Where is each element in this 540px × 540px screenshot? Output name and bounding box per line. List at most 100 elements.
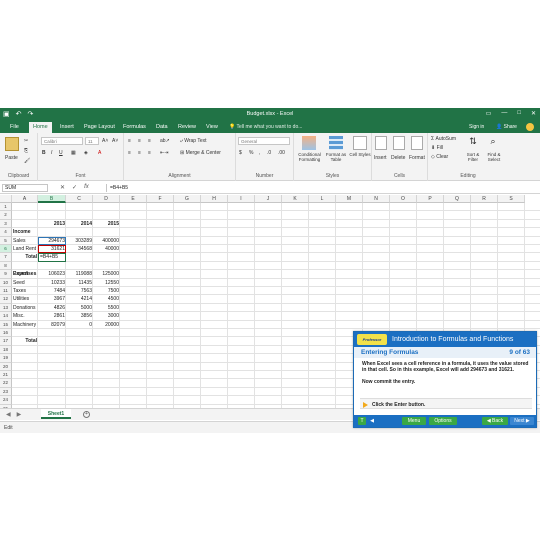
cell-c4[interactable]: 303289 — [66, 237, 93, 245]
sign-in-link[interactable]: Sign in — [469, 124, 484, 130]
percent-button[interactable]: % — [249, 150, 253, 156]
maximize-button[interactable]: □ — [517, 110, 521, 117]
cell-d15[interactable]: 20000 — [93, 321, 120, 329]
next-sheet-icon[interactable]: ▶ — [17, 411, 22, 418]
row-header-3[interactable]: 3 — [0, 219, 12, 229]
column-header-p[interactable]: P — [417, 195, 444, 203]
cell-b15[interactable]: 82079 — [38, 321, 66, 329]
paste-button[interactable]: Paste — [5, 155, 18, 161]
info-button[interactable]: T — [358, 417, 366, 425]
cell-d4[interactable]: 400000 — [93, 237, 120, 245]
row-header-6[interactable]: 6 — [0, 245, 12, 254]
sort-filter-button[interactable]: Sort & Filter — [464, 152, 482, 162]
row-header-14[interactable]: 14 — [0, 312, 12, 321]
cell-a16[interactable]: Total — [12, 337, 38, 345]
tab-data[interactable]: Data — [152, 123, 172, 131]
row-header-4[interactable]: 4 — [0, 228, 12, 237]
align-center-icon[interactable]: ≡ — [138, 150, 141, 156]
cell-a11[interactable]: Taxes — [12, 287, 38, 295]
row-header-11[interactable]: 11 — [0, 287, 12, 296]
font-size-select[interactable]: 11 — [85, 137, 99, 145]
column-header-q[interactable]: Q — [444, 195, 471, 203]
feedback-smiley-icon[interactable] — [526, 123, 534, 131]
delete-button[interactable]: Delete — [391, 155, 405, 161]
column-header-g[interactable]: G — [174, 195, 201, 203]
next-button[interactable]: Next ▶ — [510, 417, 534, 425]
column-header-k[interactable]: K — [282, 195, 309, 203]
cell-c9[interactable]: 119088 — [66, 270, 93, 278]
insert-function-button[interactable]: fx — [84, 184, 89, 191]
cell-styles-icon[interactable] — [353, 136, 367, 150]
column-header-r[interactable]: R — [471, 195, 498, 203]
column-header-n[interactable]: N — [363, 195, 390, 203]
fill-button[interactable]: ⬇ Fill — [431, 145, 443, 151]
row-header-18[interactable]: 18 — [0, 345, 12, 355]
enter-button[interactable]: ✓ — [72, 184, 77, 191]
comma-style-icon[interactable]: , — [259, 150, 260, 156]
cell-a14[interactable]: Misc. — [12, 312, 38, 320]
align-right-icon[interactable]: ≡ — [148, 150, 151, 156]
share-button[interactable]: 👤 Share — [496, 124, 517, 130]
column-header-s[interactable]: S — [498, 195, 525, 203]
fill-color-icon[interactable]: ◈ — [84, 150, 88, 156]
cell-d10[interactable]: 12550 — [93, 279, 120, 287]
find-select-icon[interactable]: ⌕ — [488, 136, 498, 150]
column-header-a[interactable]: A — [12, 195, 38, 203]
tab-formulas[interactable]: Formulas — [119, 123, 150, 131]
select-all-corner[interactable] — [0, 195, 12, 203]
back-button[interactable]: ◀ Back — [482, 417, 508, 425]
row-header-5[interactable]: 5 — [0, 236, 12, 245]
tab-review[interactable]: Review — [174, 123, 200, 131]
row-header-2[interactable]: 2 — [0, 211, 12, 220]
font-color-icon[interactable]: A — [98, 150, 101, 156]
cell-d12[interactable]: 4500 — [93, 295, 120, 303]
column-header-c[interactable]: C — [66, 195, 93, 203]
insert-cells-icon[interactable] — [375, 136, 387, 150]
row-header-20[interactable]: 20 — [0, 362, 12, 371]
column-header-h[interactable]: H — [201, 195, 228, 203]
paste-icon[interactable] — [5, 137, 19, 151]
delete-cells-icon[interactable] — [393, 136, 405, 150]
cell-d13[interactable]: 5500 — [93, 304, 120, 312]
align-bottom-icon[interactable]: ≡ — [148, 138, 151, 144]
column-header-m[interactable]: M — [336, 195, 363, 203]
conditional-formatting-icon[interactable] — [302, 136, 316, 150]
cell-d9[interactable]: 125000 — [93, 270, 120, 278]
cancel-entry-button[interactable]: ✕ — [60, 184, 65, 191]
cell-c11[interactable]: 7563 — [66, 287, 93, 295]
ribbon-options-icon[interactable]: ▭ — [486, 110, 492, 117]
row-header-24[interactable]: 24 — [0, 396, 12, 405]
cell-c2[interactable]: 2014 — [66, 220, 93, 228]
cell-c15[interactable]: 0 — [66, 321, 93, 329]
row-header-7[interactable]: 7 — [0, 253, 12, 262]
row-header-8[interactable]: 8 — [0, 261, 12, 271]
column-header-f[interactable]: F — [147, 195, 174, 203]
formula-input[interactable]: =B4+B5 — [106, 184, 534, 192]
decrease-decimal-icon[interactable]: .00 — [278, 150, 285, 156]
cut-icon[interactable]: ✂ — [24, 138, 28, 144]
row-header-21[interactable]: 21 — [0, 371, 12, 380]
insert-button[interactable]: Insert — [374, 155, 387, 161]
format-button[interactable]: Format — [409, 155, 425, 161]
minimize-button[interactable]: — — [501, 110, 507, 117]
active-cell-b6[interactable]: =B4+B5 — [38, 253, 66, 262]
column-header-o[interactable]: O — [390, 195, 417, 203]
row-header-23[interactable]: 23 — [0, 387, 12, 397]
options-button[interactable]: Options — [429, 417, 457, 425]
cell-a6[interactable]: Total — [12, 253, 38, 261]
cell-b10[interactable]: 10233 — [38, 279, 66, 287]
indent-icon[interactable]: ⇤⇥ — [160, 150, 168, 156]
cell-d5[interactable]: 40000 — [93, 245, 120, 253]
menu-button[interactable]: Menu — [402, 417, 426, 425]
cell-a15[interactable]: Machinery — [12, 321, 38, 329]
font-name-select[interactable]: Calibri — [41, 137, 83, 145]
cell-a10[interactable]: Seed — [12, 279, 38, 287]
row-header-15[interactable]: 15 — [0, 320, 12, 329]
tab-file[interactable]: File — [6, 123, 23, 131]
cell-b12[interactable]: 3967 — [38, 295, 66, 303]
cell-a13[interactable]: Donations — [12, 304, 38, 312]
cell-d2[interactable]: 2015 — [93, 220, 120, 228]
volume-icon[interactable]: ◀ — [368, 417, 376, 425]
cell-a12[interactable]: Utilities — [12, 295, 38, 303]
cell-c5[interactable]: 34568 — [66, 245, 93, 253]
